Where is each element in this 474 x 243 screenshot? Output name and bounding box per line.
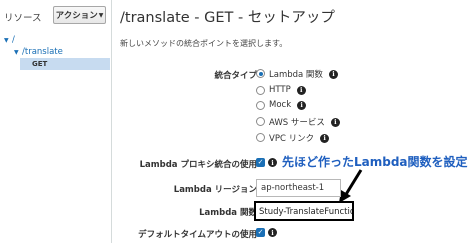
radio-aws-service[interactable] (256, 117, 265, 126)
info-icon[interactable]: i (320, 133, 330, 143)
expand-triangle-icon: ▼ (14, 48, 19, 56)
resources-panel: リソース アクション ▼ ▼ / ▼ /translate GET (0, 0, 112, 243)
caret-down-icon: ▼ (98, 11, 104, 19)
option-label: Lambda 関数 (269, 70, 323, 80)
option-http: HTTP i (269, 85, 306, 95)
lambda-proxy-checkbox[interactable]: ✓ (256, 158, 265, 167)
info-icon[interactable]: i (268, 228, 277, 237)
info-icon[interactable]: i (328, 69, 338, 79)
lambda-region-label: Lambda リージョン (173, 185, 257, 195)
integration-type-label: 統合タイプ (214, 71, 257, 81)
info-icon[interactable]: i (297, 100, 307, 110)
tree-item-get-method[interactable]: GET (20, 58, 110, 70)
actions-button[interactable]: アクション ▼ (53, 6, 106, 24)
lambda-proxy-label: Lambda プロキシ統合の使用 (139, 160, 257, 170)
tree-item-label: GET (32, 60, 48, 68)
tree-item-label: /translate (22, 47, 63, 57)
tree-item-translate[interactable]: ▼ /translate (14, 46, 63, 58)
lambda-function-label: Lambda 関数 (199, 208, 257, 218)
info-icon[interactable]: i (330, 117, 340, 127)
option-aws-service: AWS サービス i (269, 116, 340, 128)
radio-http[interactable] (256, 86, 265, 95)
default-timeout-label: デフォルトタイムアウトの使用 (138, 230, 257, 240)
radio-vpc-link[interactable] (256, 133, 265, 142)
option-label: Mock (269, 100, 292, 110)
annotation-arrow-icon (339, 169, 363, 203)
option-vpc-link: VPC リンク i (269, 132, 330, 144)
option-label: HTTP (269, 85, 291, 95)
info-icon[interactable]: i (268, 158, 277, 167)
tree-item-root[interactable]: ▼ / (4, 34, 15, 46)
lambda-region-input[interactable]: ap-northeast-1 (256, 179, 341, 197)
resources-title: リソース (4, 13, 42, 24)
actions-button-label: アクション (55, 11, 98, 21)
radio-lambda-function[interactable] (256, 69, 265, 78)
default-timeout-checkbox[interactable]: ✓ (256, 228, 265, 237)
expand-triangle-icon: ▼ (4, 36, 9, 44)
annotation-text: 先ほど作ったLambda関数を設定 (282, 155, 468, 169)
tree-item-label: / (12, 35, 15, 45)
radio-mock[interactable] (256, 101, 265, 110)
resources-header: リソース アクション ▼ (0, 0, 112, 30)
option-label: VPC リンク (269, 134, 315, 144)
option-label: AWS サービス (269, 118, 325, 128)
page-subtitle: 新しいメソッドの統合ポイントを選択します。 (120, 39, 288, 48)
option-mock: Mock i (269, 100, 307, 110)
lambda-function-input[interactable]: Study-TranslateFunction (254, 201, 354, 221)
info-icon[interactable]: i (296, 85, 306, 95)
option-lambda-function: Lambda 関数 i (269, 68, 338, 80)
method-setup-panel: /translate - GET - セットアップ 新しいメソッドの統合ポイント… (112, 0, 474, 243)
page-title: /translate - GET - セットアップ (120, 10, 335, 26)
